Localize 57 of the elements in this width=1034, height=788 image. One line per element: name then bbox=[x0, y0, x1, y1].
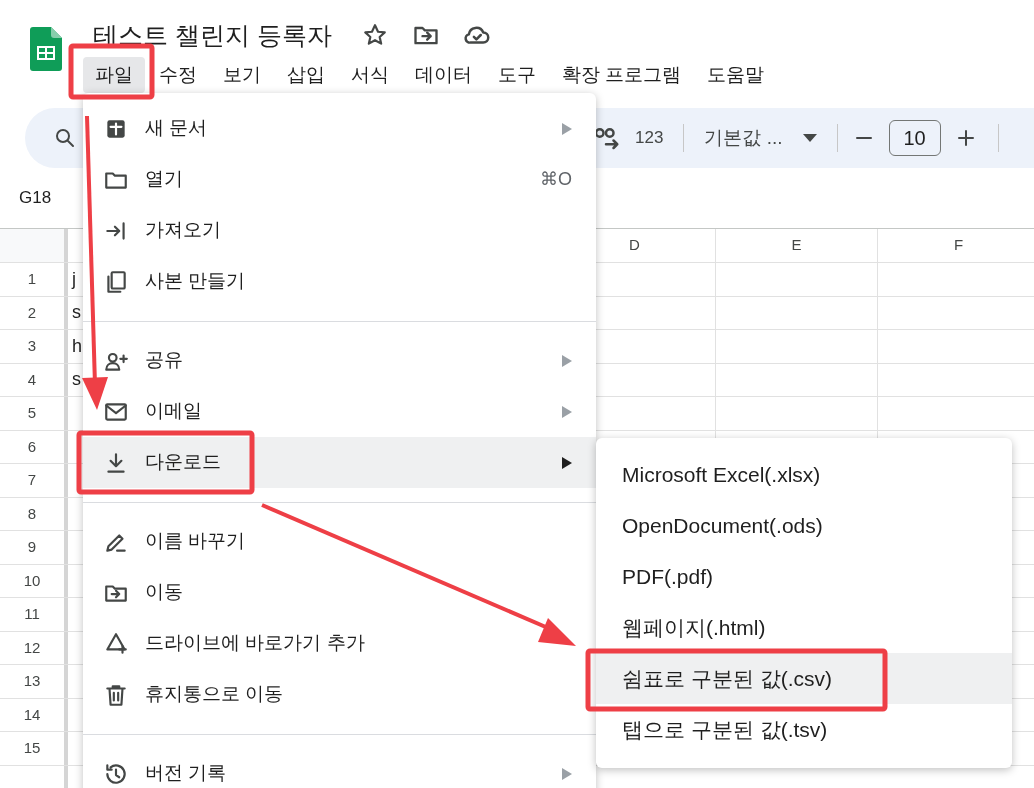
menu-bar-item[interactable]: 파일 bbox=[83, 57, 145, 93]
menu-item[interactable]: 드라이브에 바로가기 추가 bbox=[83, 618, 596, 669]
menu-item[interactable]: 휴지통으로 이동 bbox=[83, 669, 596, 720]
row-header[interactable]: 11 bbox=[0, 598, 68, 631]
cell-text: j bbox=[72, 267, 76, 291]
shortcut-text: ⌘O bbox=[540, 168, 572, 191]
spreadsheet-logo-icon[interactable] bbox=[30, 27, 62, 71]
row-header[interactable]: 8 bbox=[0, 497, 68, 530]
name-box[interactable]: G18 bbox=[19, 185, 52, 211]
menu-item[interactable]: 탭으로 구분된 값(.tsv) bbox=[596, 704, 1012, 755]
menu-bar-item[interactable]: 보기 bbox=[211, 57, 273, 93]
row-header[interactable]: 4 bbox=[0, 363, 68, 396]
column-header[interactable]: F bbox=[878, 229, 1034, 262]
font-dropdown[interactable]: 기본값 ... bbox=[704, 123, 817, 153]
row-header[interactable]: 10 bbox=[0, 564, 68, 597]
menu-item[interactable]: PDF(.pdf) bbox=[596, 551, 1012, 602]
menu-item[interactable]: 웹페이지(.html) bbox=[596, 602, 1012, 653]
menu-bar-item[interactable]: 도움말 bbox=[695, 57, 777, 93]
cell-text: s bbox=[72, 368, 81, 392]
caret-icon bbox=[802, 134, 817, 142]
menu-bar-item[interactable]: 데이터 bbox=[403, 57, 484, 93]
menu-item[interactable]: 새 문서 bbox=[83, 103, 596, 154]
menu-item[interactable]: 열기 ⌘O bbox=[83, 154, 596, 205]
row-header[interactable]: 1 bbox=[0, 263, 68, 296]
row-header[interactable]: 12 bbox=[0, 631, 68, 664]
menu-item[interactable]: 공유 bbox=[83, 335, 596, 386]
row-header[interactable]: 3 bbox=[0, 330, 68, 363]
menu-item[interactable]: 쉼표로 구분된 값(.csv) bbox=[596, 653, 1012, 704]
column-header[interactable]: E bbox=[716, 229, 878, 262]
row-header[interactable]: 2 bbox=[0, 296, 68, 329]
search-icon[interactable] bbox=[53, 126, 77, 150]
row-header[interactable]: 15 bbox=[0, 732, 68, 765]
menu-item[interactable]: 이메일 bbox=[83, 386, 596, 437]
menu-bar-item[interactable]: 서식 bbox=[339, 57, 401, 93]
menu-bar-item[interactable]: 삽입 bbox=[275, 57, 337, 93]
menu-item[interactable]: 다운로드 bbox=[83, 437, 596, 488]
menu-bar-item[interactable]: 확장 프로그램 bbox=[550, 57, 694, 93]
drive-shortcut-icon bbox=[103, 630, 129, 657]
cell-text: s bbox=[72, 301, 81, 325]
menu-item[interactable]: 이동 bbox=[83, 567, 596, 618]
menu-item[interactable]: 이름 바꾸기 bbox=[83, 516, 596, 567]
menu-item[interactable]: Microsoft Excel(.xlsx) bbox=[596, 449, 1012, 500]
row-header[interactable]: 5 bbox=[0, 397, 68, 430]
menu-bar-item[interactable]: 도구 bbox=[486, 57, 548, 93]
row-header[interactable]: 14 bbox=[0, 698, 68, 731]
font-size-field[interactable]: 10 bbox=[888, 120, 941, 156]
row-header[interactable]: 6 bbox=[0, 430, 68, 463]
menu-item[interactable]: OpenDocument(.ods) bbox=[596, 500, 1012, 551]
number-format-button[interactable]: 123 bbox=[635, 125, 664, 151]
menu-item[interactable]: 버전 기록 bbox=[83, 748, 596, 788]
cell-text: h bbox=[72, 334, 82, 358]
row-header[interactable]: 13 bbox=[0, 665, 68, 698]
row-header[interactable]: 9 bbox=[0, 531, 68, 564]
row-header[interactable]: 7 bbox=[0, 464, 68, 497]
menu-bar-item[interactable]: 수정 bbox=[147, 57, 209, 93]
star-icon[interactable] bbox=[361, 22, 388, 48]
document-title[interactable]: 테스트 챌린지 등록자 bbox=[93, 22, 332, 48]
